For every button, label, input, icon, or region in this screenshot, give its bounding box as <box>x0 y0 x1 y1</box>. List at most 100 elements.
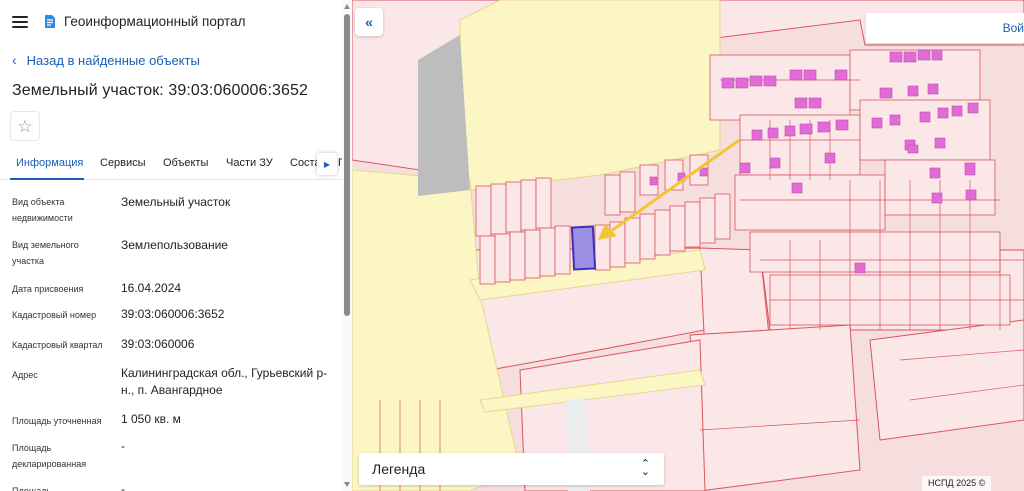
selected-parcel <box>570 225 597 271</box>
tab-composition[interactable]: Соста <box>290 157 321 169</box>
building <box>889 114 901 126</box>
cadastral-map[interactable] <box>352 0 1024 491</box>
label-area-declared: Площадь декларированная <box>12 443 87 469</box>
building <box>907 85 919 97</box>
parcel <box>479 235 496 285</box>
building <box>965 189 977 201</box>
chevron-right-icon: ▶ <box>323 159 331 169</box>
building <box>803 69 817 81</box>
portal-logo-icon <box>45 15 55 28</box>
scrollbar-thumb[interactable] <box>344 14 350 316</box>
tab-scroll-button[interactable]: ▶ <box>317 153 337 175</box>
back-link-label: Назад в найденные объекты <box>26 52 200 68</box>
building <box>794 97 808 109</box>
parcel <box>509 231 526 281</box>
tab-objects[interactable]: Объекты <box>163 157 208 169</box>
building <box>699 167 708 177</box>
side-panel: Геоинформационный портал ‹ Назад в найде… <box>0 0 352 491</box>
label-cadastral-quarter: Кадастровый квартал <box>12 340 103 350</box>
top-bar: Геоинформационный портал <box>0 0 342 44</box>
building <box>735 77 749 89</box>
parcel <box>494 233 511 283</box>
app-title: Геоинформационный портал <box>64 14 246 29</box>
building <box>854 262 866 274</box>
building <box>834 69 848 81</box>
value-area-declared: - <box>121 439 125 453</box>
parcel <box>490 183 507 235</box>
parcel <box>520 179 537 231</box>
parcel <box>714 193 731 240</box>
legend-label: Легенда <box>372 461 426 477</box>
value-area: - <box>121 482 125 491</box>
building <box>767 127 779 139</box>
map-search-box[interactable]: Вой <box>866 13 1024 43</box>
building <box>808 97 822 109</box>
value-object-type: Земельный участок <box>121 195 231 209</box>
building <box>721 77 735 89</box>
building <box>964 162 976 176</box>
parcel <box>639 213 656 260</box>
map-canvas[interactable] <box>352 0 1024 491</box>
login-button[interactable]: Вой <box>1003 21 1024 35</box>
building <box>931 192 943 204</box>
parcel <box>554 225 571 275</box>
building <box>917 49 931 61</box>
building <box>799 123 813 135</box>
parcel <box>475 185 492 237</box>
building <box>934 137 946 149</box>
building <box>967 102 979 114</box>
active-tab-indicator <box>10 178 84 180</box>
parcel <box>505 181 522 233</box>
building <box>929 167 941 179</box>
building <box>951 105 963 117</box>
building <box>907 144 919 154</box>
value-cadastral-number: 39:03:060006:3652 <box>121 307 225 321</box>
building <box>649 176 658 186</box>
page-title: Земельный участок: 39:03:060006:3652 <box>12 82 309 99</box>
building <box>791 182 803 194</box>
hamburger-icon[interactable] <box>12 16 28 28</box>
label-area: Площадь <box>12 486 52 491</box>
label-area-specified: Площадь уточненная <box>12 416 102 426</box>
building <box>879 87 893 99</box>
map-attribution: НСПД 2025 © <box>922 476 992 491</box>
parcel <box>699 197 716 244</box>
tab-services[interactable]: Сервисы <box>100 157 146 169</box>
label-cadastral-number: Кадастровый номер <box>12 310 97 320</box>
collapse-panel-button[interactable]: « <box>355 8 383 36</box>
double-chevron-left-icon: « <box>365 14 373 30</box>
label-address: Адрес <box>12 370 38 380</box>
scroll-down-arrow-icon[interactable] <box>344 482 350 487</box>
tab-bar: Информация Сервисы Объекты Части ЗУ Сост… <box>0 150 346 180</box>
tab-information[interactable]: Информация <box>16 157 83 169</box>
building <box>835 119 849 131</box>
parcel <box>535 177 552 229</box>
scroll-up-arrow-icon[interactable] <box>344 4 350 9</box>
parcel <box>524 229 541 279</box>
parcel <box>604 174 621 216</box>
building <box>749 75 763 87</box>
building <box>817 121 831 133</box>
building <box>789 69 803 81</box>
tab-land-parts[interactable]: Части ЗУ <box>226 157 273 169</box>
value-assign-date: 16.04.2024 <box>121 281 182 295</box>
parcel <box>869 319 1024 441</box>
value-cadastral-quarter: 39:03:060006 <box>121 337 195 351</box>
chevron-up-down-icon[interactable]: ⌃ ⌄ <box>641 459 650 478</box>
parcel <box>624 217 641 264</box>
back-link[interactable]: ‹ Назад в найденные объекты <box>12 52 200 68</box>
building <box>889 51 903 63</box>
building <box>824 152 836 164</box>
building <box>784 125 796 137</box>
building <box>739 162 751 174</box>
building <box>927 83 939 95</box>
parcel <box>734 174 886 231</box>
building <box>903 51 917 63</box>
building <box>751 129 763 141</box>
parcel <box>539 227 556 277</box>
favorite-button[interactable]: ☆ <box>10 111 40 141</box>
legend-panel[interactable]: Легенда ⌃ ⌄ <box>359 453 664 485</box>
label-land-type: Вид земельного участка <box>12 240 79 266</box>
value-land-type: Землепользование <box>121 238 228 252</box>
building <box>763 75 777 87</box>
